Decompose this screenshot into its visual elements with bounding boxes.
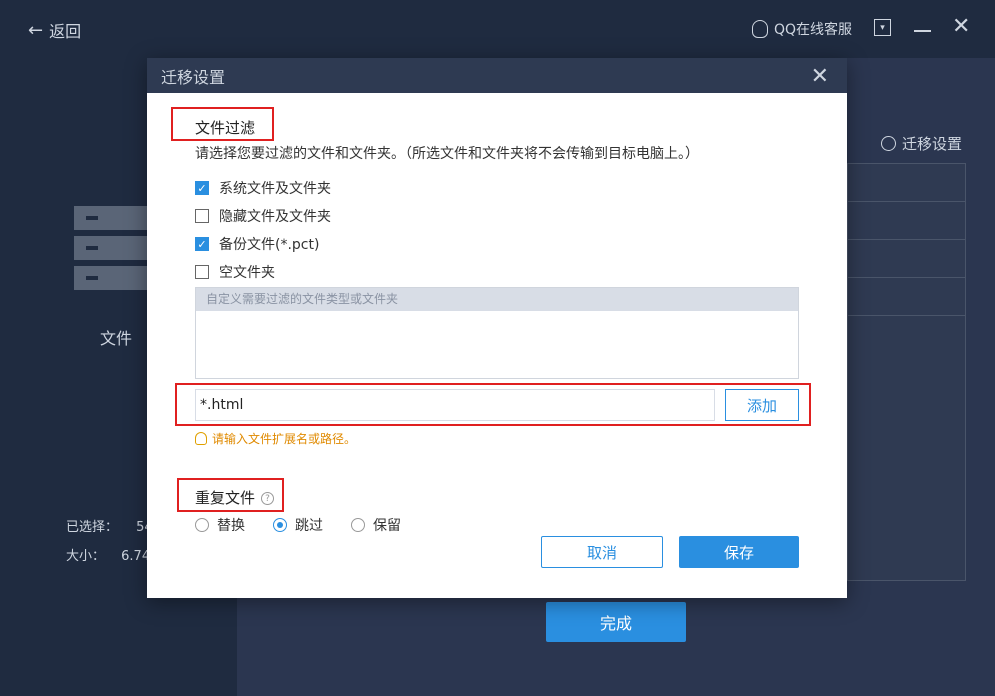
minimize-icon[interactable] <box>914 30 931 32</box>
back-label: 返回 <box>49 22 82 41</box>
checkbox-icon[interactable] <box>195 265 209 279</box>
checkbox-checked-icon[interactable]: ✓ <box>195 181 209 195</box>
qq-support-label: QQ在线客服 <box>774 22 853 38</box>
selected-count: 已选择： 54 <box>66 520 153 535</box>
save-button[interactable]: 保存 <box>679 536 799 568</box>
top-bar: ← 返回 QQ在线客服 ▾ ✕ <box>0 0 995 58</box>
radio-icon[interactable] <box>195 518 209 532</box>
qq-icon <box>752 20 768 38</box>
selected-size: 大小： 6.74 <box>66 549 151 564</box>
qq-support-button[interactable]: QQ在线客服 <box>752 19 852 39</box>
migration-settings-link[interactable]: 迁移设置 <box>881 133 962 154</box>
drive-icon <box>74 266 150 290</box>
filter-system-files[interactable]: ✓ 系统文件及文件夹 <box>195 178 331 198</box>
filter-empty-folders[interactable]: 空文件夹 <box>195 262 275 282</box>
drive-icon <box>74 236 150 260</box>
dialog-header: 迁移设置 ✕ <box>147 58 847 93</box>
drive-icon <box>74 206 150 230</box>
help-icon[interactable]: ? <box>261 492 275 505</box>
arrow-left-icon: ← <box>28 19 44 41</box>
duplicate-option-keep[interactable]: 保留 <box>351 515 401 535</box>
left-item-label: 文件 <box>100 329 133 348</box>
checkbox-icon[interactable] <box>195 209 209 223</box>
done-button[interactable]: 完成 <box>546 602 686 642</box>
close-icon[interactable]: ✕ <box>811 64 829 89</box>
migration-settings-dialog: 迁移设置 ✕ 文件过滤 请选择您要过滤的文件和文件夹。（所选文件和文件夹将不会传… <box>147 58 847 598</box>
add-button[interactable]: 添加 <box>725 389 799 421</box>
filter-hidden-files[interactable]: 隐藏文件及文件夹 <box>195 206 331 226</box>
filter-title: 文件过滤 <box>195 119 256 137</box>
back-button[interactable]: ← 返回 <box>28 18 81 42</box>
custom-filter-header: 自定义需要过滤的文件类型或文件夹 <box>196 288 798 311</box>
dialog-title: 迁移设置 <box>161 67 226 87</box>
dropdown-menu-icon[interactable]: ▾ <box>874 19 891 36</box>
radio-icon[interactable] <box>351 518 365 532</box>
cancel-button[interactable]: 取消 <box>541 536 663 568</box>
window-close-icon[interactable]: ✕ <box>952 14 970 39</box>
duplicate-option-skip[interactable]: 跳过 <box>273 515 323 535</box>
lightbulb-icon <box>195 432 207 445</box>
gear-icon <box>881 136 896 151</box>
radio-selected-icon[interactable] <box>273 518 287 532</box>
extension-input[interactable]: *.html <box>195 389 715 421</box>
filter-backup-files[interactable]: ✓ 备份文件(*.pct) <box>195 234 319 254</box>
filter-description: 请选择您要过滤的文件和文件夹。（所选文件和文件夹将不会传输到目标电脑上。） <box>195 146 699 162</box>
background-table <box>847 163 966 581</box>
duplicate-option-replace[interactable]: 替换 <box>195 515 245 535</box>
duplicate-title: 重复文件? <box>195 487 275 508</box>
custom-filter-list[interactable]: 自定义需要过滤的文件类型或文件夹 <box>195 287 799 379</box>
input-hint: 请输入文件扩展名或路径。 <box>195 430 356 447</box>
checkbox-checked-icon[interactable]: ✓ <box>195 237 209 251</box>
